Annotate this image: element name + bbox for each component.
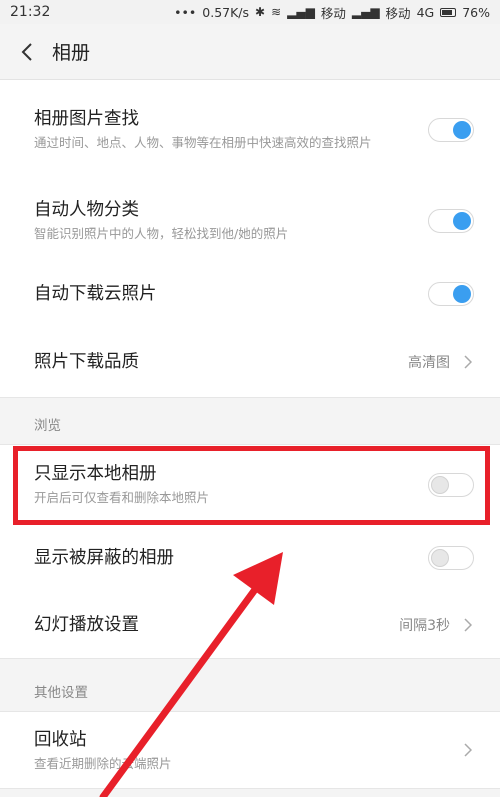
section-search-settings: 相册图片查找 通过时间、地点、人物、事物等在相册中快速高效的查找照片 自动人物分… xyxy=(0,80,500,398)
hd-signal-icon: ▂▄▆ xyxy=(351,5,380,19)
signal-icon: ▂▄▆ xyxy=(287,5,315,19)
status-time: 21:32 xyxy=(10,4,51,20)
setting-title: 只显示本地相册 xyxy=(34,464,157,484)
chevron-right-icon xyxy=(462,354,474,370)
setting-title: 自动下载云照片 xyxy=(34,284,157,304)
setting-local-albums-only[interactable]: 只显示本地相册 开启后可仅查看和删除本地照片 xyxy=(0,445,500,524)
bluetooth-icon: ✱ xyxy=(255,5,266,19)
carrier-label-2: 移动 xyxy=(385,5,411,21)
page-title: 相册 xyxy=(52,42,91,64)
battery-level: 76% xyxy=(462,4,490,20)
slideshow-interval-value: 间隔3秒 xyxy=(399,618,450,634)
section-header-other: 其他设置 xyxy=(0,659,500,711)
section-browse: 只显示本地相册 开启后可仅查看和删除本地照片 显示被屏蔽的相册 幻灯播放设置 间… xyxy=(0,444,500,659)
notification-dots: ••• xyxy=(174,4,197,20)
section-header-browse: 浏览 xyxy=(0,398,500,444)
status-bar: 21:32 ••• 0.57K/s ✱ ≋ ▂▄▆ 移动 ▂▄▆ 移动 4G 7… xyxy=(0,0,500,24)
setting-recycle-bin[interactable]: 回收站 查看近期删除的云端照片 xyxy=(0,712,500,788)
setting-title: 回收站 xyxy=(34,729,87,750)
photo-search-toggle[interactable] xyxy=(428,117,474,142)
title-bar: 相册 xyxy=(0,24,500,80)
setting-title: 显示被屏蔽的相册 xyxy=(34,548,174,568)
status-indicators: ••• 0.57K/s ✱ ≋ ▂▄▆ 移动 ▂▄▆ 移动 4G 76% xyxy=(174,3,490,22)
auto-download-toggle[interactable] xyxy=(428,282,474,306)
setting-subtitle: 查看近期删除的云端照片 xyxy=(34,755,172,771)
setting-auto-download-cloud[interactable]: 自动下载云照片 xyxy=(0,262,500,326)
setting-subtitle: 智能识别照片中的人物，轻松找到他/她的照片 xyxy=(34,226,289,241)
battery-icon xyxy=(440,7,457,17)
setting-download-quality[interactable]: 照片下载品质 高清图 xyxy=(0,326,500,397)
setting-title: 自动人物分类 xyxy=(34,200,139,220)
chevron-right-icon xyxy=(462,742,474,758)
network-speed: 0.57K/s xyxy=(202,4,250,20)
setting-show-hidden-albums[interactable]: 显示被屏蔽的相册 xyxy=(0,524,500,592)
download-quality-value: 高清图 xyxy=(408,354,450,371)
setting-title: 幻灯播放设置 xyxy=(34,615,139,635)
wifi-icon: ≋ xyxy=(271,5,282,19)
carrier-label-1: 移动 xyxy=(320,5,346,21)
hidden-albums-toggle[interactable] xyxy=(428,546,474,570)
back-arrow-icon[interactable] xyxy=(16,41,38,63)
setting-subtitle: 开启后可仅查看和删除本地照片 xyxy=(34,490,210,505)
setting-slideshow[interactable]: 幻灯播放设置 间隔3秒 xyxy=(0,592,500,658)
setting-title: 相册图片查找 xyxy=(34,109,139,129)
setting-auto-people[interactable]: 自动人物分类 智能识别照片中的人物，轻松找到他/她的照片 xyxy=(0,179,500,262)
setting-subtitle: 通过时间、地点、人物、事物等在相册中快速高效的查找照片 xyxy=(34,135,372,150)
auto-people-toggle[interactable] xyxy=(428,208,474,233)
local-albums-toggle[interactable] xyxy=(428,472,474,497)
setting-title: 照片下载品质 xyxy=(34,351,139,372)
section-other: 回收站 查看近期删除的云端照片 xyxy=(0,711,500,789)
network-type: 4G xyxy=(416,4,435,20)
chevron-right-icon xyxy=(462,617,474,633)
setting-photo-search[interactable]: 相册图片查找 通过时间、地点、人物、事物等在相册中快速高效的查找照片 xyxy=(0,80,500,179)
